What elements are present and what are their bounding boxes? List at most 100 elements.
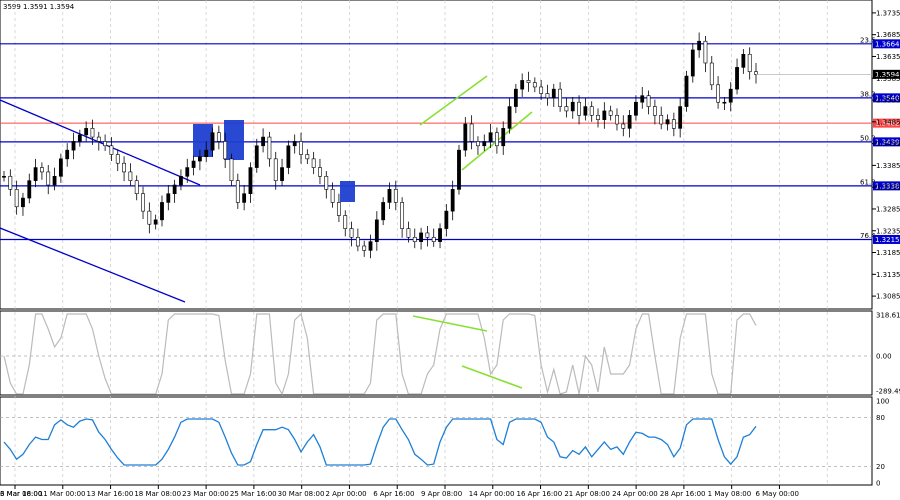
- price-candle-body: [153, 219, 158, 225]
- price-candle-body: [381, 202, 386, 221]
- price-candle-body: [412, 236, 417, 242]
- price-candle-body: [33, 167, 38, 181]
- x-tick-label: 2 Apr 00:00: [325, 490, 366, 498]
- y-tick-label: 1.3435: [876, 140, 900, 148]
- price-candle-body: [393, 189, 398, 203]
- price-candle-body: [425, 232, 430, 238]
- price-candle-body: [463, 123, 468, 151]
- x-tick-label: 18 Mar 08:00: [134, 490, 181, 498]
- price-candle-body: [197, 156, 202, 162]
- level-price-label: 1.3664: [875, 40, 900, 48]
- price-candle-body: [450, 189, 455, 212]
- x-tick-label: 9 Apr 08:00: [421, 490, 462, 498]
- price-candle-body: [577, 101, 581, 116]
- price-candle-body: [532, 82, 537, 88]
- x-tick-label: 21 Apr 08:00: [564, 490, 610, 498]
- x-tick-label: 25 Mar 16:00: [230, 490, 277, 498]
- price-candle-body: [216, 132, 221, 142]
- price-candle-body: [160, 202, 164, 221]
- price-candle-body: [242, 193, 247, 203]
- price-candle-body: [419, 232, 423, 242]
- price-candle-body: [14, 189, 19, 208]
- price-candle-body: [109, 145, 114, 155]
- price-candle-body: [507, 106, 512, 129]
- price-candle-body: [501, 128, 506, 147]
- price-candle-body: [539, 86, 544, 94]
- price-candle-body: [697, 40, 702, 51]
- price-candle-body: [267, 136, 272, 160]
- price-candle-body: [90, 128, 95, 138]
- x-tick-label: 28 Apr 16:00: [660, 490, 706, 498]
- price-candle-body: [52, 175, 57, 186]
- price-candle-body: [608, 110, 613, 116]
- price-candle-body: [634, 101, 638, 116]
- price-candle-body: [678, 106, 683, 129]
- price-candle-body: [615, 114, 619, 125]
- rsi-axis-label: 20: [876, 463, 885, 471]
- price-candle-body: [166, 193, 171, 203]
- price-candle-body: [444, 210, 449, 229]
- price-candle-body: [513, 88, 518, 107]
- x-tick-label: 6 Mar 08:00: [0, 490, 42, 498]
- x-tick-label: 14 Apr 00:00: [469, 490, 515, 498]
- x-tick-label: 13 Mar 16:00: [87, 490, 134, 498]
- rsi-panel-frame: [0, 396, 873, 486]
- price-candle-body: [362, 245, 367, 251]
- x-tick-label: 23 Mar 00:00: [182, 490, 229, 498]
- price-candle-body: [671, 119, 676, 129]
- price-candle-body: [286, 145, 291, 168]
- x-tick-label: 6 Apr 16:00: [373, 490, 414, 498]
- price-candle-body: [204, 149, 209, 157]
- price-candle-body: [747, 53, 752, 73]
- price-candle-body: [318, 167, 322, 177]
- price-candle-body: [716, 84, 720, 103]
- price-candle-body: [583, 106, 588, 116]
- price-candle-body: [621, 123, 626, 129]
- chart-area: 3599 1.3591 1.3594 23.6 1.366438.2 1.35401…: [0, 0, 900, 498]
- y-tick-label: 1.3185: [876, 249, 900, 257]
- price-candle-body: [223, 141, 228, 160]
- cci-axis-label: 0.00: [876, 353, 892, 361]
- price-candle-body: [172, 184, 177, 195]
- price-candle-body: [387, 189, 392, 203]
- price-candle-body: [703, 40, 708, 64]
- price-candle-body: [469, 123, 474, 142]
- y-tick-label: 1.3335: [876, 184, 900, 192]
- price-candle-body: [545, 93, 550, 99]
- price-candle-body: [564, 106, 569, 112]
- price-candle-body: [254, 145, 259, 168]
- price-candle-body: [27, 180, 32, 199]
- y-tick-label: 1.3385: [876, 162, 900, 170]
- x-tick-label: 24 Apr 00:00: [612, 490, 658, 498]
- price-candle-body: [400, 202, 405, 229]
- x-tick-label: 16 Apr 16:00: [517, 490, 563, 498]
- price-candle-body: [191, 160, 196, 168]
- y-tick-label: 1.3635: [876, 53, 900, 61]
- price-candle-body: [741, 53, 746, 68]
- price-candle-body: [406, 228, 411, 238]
- price-candle-body: [248, 167, 253, 195]
- price-candle-body: [179, 175, 183, 186]
- x-tick-label: 1 May 08:00: [708, 490, 752, 498]
- price-candle-body: [330, 189, 335, 203]
- price-candle-body: [65, 149, 70, 160]
- price-candle-body: [722, 101, 727, 104]
- price-candle-body: [596, 114, 600, 120]
- price-candle-body: [570, 101, 575, 112]
- price-candle-body: [659, 114, 664, 125]
- y-tick-label: 1.3235: [876, 227, 900, 235]
- price-candle-body: [368, 241, 373, 251]
- price-candle-body: [324, 175, 329, 190]
- price-candle-body: [520, 80, 525, 90]
- price-candle-body: [551, 88, 556, 99]
- x-tick-label: 11 Mar 00:00: [39, 490, 86, 498]
- price-candle-body: [431, 236, 436, 242]
- price-candle-body: [754, 71, 758, 75]
- price-candle-body: [684, 75, 689, 107]
- y-tick-label: 1.3485: [876, 118, 900, 126]
- price-candle-body: [292, 141, 297, 147]
- price-candle-body: [141, 193, 145, 212]
- price-candle-body: [299, 141, 303, 155]
- cci-axis-label: 318.6161: [876, 312, 900, 320]
- price-candle-body: [185, 167, 190, 177]
